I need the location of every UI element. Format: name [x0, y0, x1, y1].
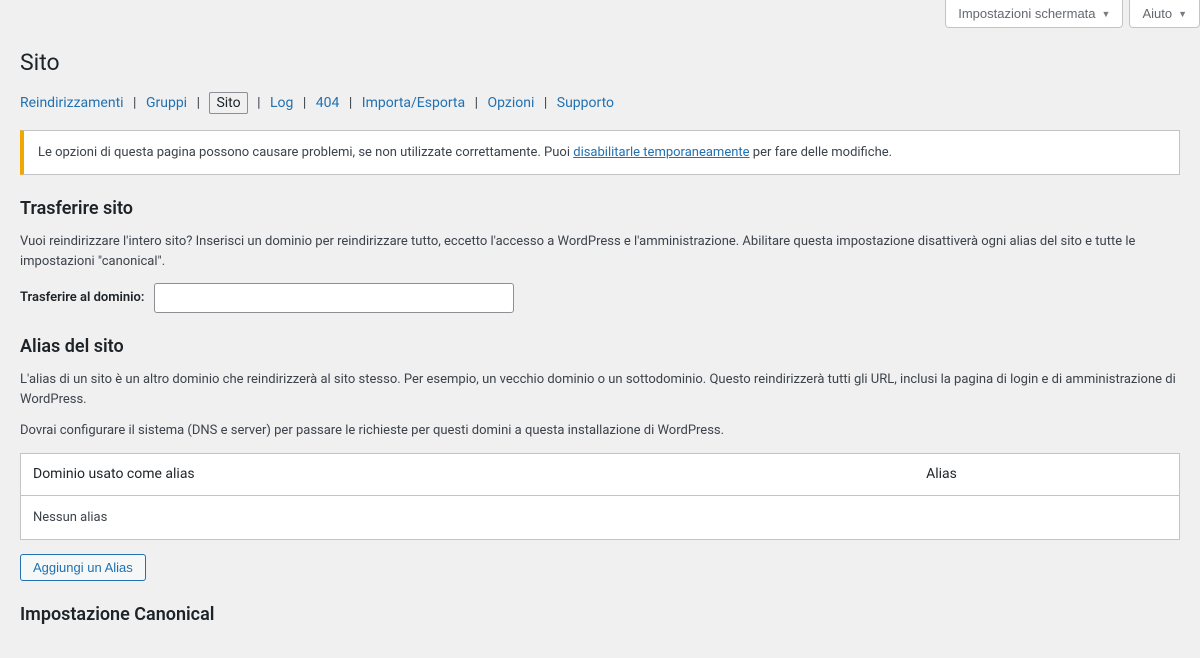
- alias-col-domain: Dominio usato come alias: [21, 453, 915, 495]
- alias-col-alias: Alias: [914, 453, 1179, 495]
- alias-table: Dominio usato come alias Alias Nessun al…: [20, 453, 1180, 541]
- table-row: Nessun alias: [21, 495, 1180, 540]
- separator: |: [475, 95, 478, 111]
- tab-log[interactable]: Log: [270, 95, 293, 111]
- chevron-down-icon: ▼: [1178, 9, 1187, 19]
- separator: |: [349, 95, 352, 111]
- site-alias-description-2: Dovrai configurare il sistema (DNS e ser…: [20, 421, 1180, 441]
- disable-temporarily-link[interactable]: disabilitarle temporaneamente: [573, 145, 749, 160]
- notice-text-before: Le opzioni di questa pagina possono caus…: [38, 145, 573, 160]
- chevron-down-icon: ▼: [1102, 9, 1111, 19]
- transfer-domain-label: Trasferire al dominio:: [20, 288, 144, 308]
- separator: |: [303, 95, 306, 111]
- page-title: Sito: [20, 46, 1180, 81]
- notice-text-after: per fare delle modifiche.: [750, 145, 893, 160]
- site-alias-heading: Alias del sito: [20, 333, 1180, 360]
- separator: |: [544, 95, 547, 111]
- tabs-nav: Reindirizzamenti | Gruppi | Sito | Log |…: [20, 93, 1180, 114]
- transfer-site-description: Vuoi reindirizzare l'intero sito? Inseri…: [20, 232, 1180, 271]
- help-button[interactable]: Aiuto ▼: [1129, 0, 1200, 28]
- add-alias-button[interactable]: Aggiungi un Alias: [20, 554, 146, 581]
- transfer-domain-input[interactable]: [154, 283, 514, 313]
- screen-options-label: Impostazioni schermata: [958, 6, 1095, 21]
- tab-opzioni[interactable]: Opzioni: [488, 95, 535, 111]
- tab-importa-esporta[interactable]: Importa/Esporta: [362, 95, 465, 111]
- tab-gruppi[interactable]: Gruppi: [146, 95, 187, 111]
- tab-sito[interactable]: Sito: [209, 92, 247, 114]
- screen-options-button[interactable]: Impostazioni schermata ▼: [945, 0, 1123, 28]
- tab-supporto[interactable]: Supporto: [557, 95, 614, 111]
- canonical-heading: Impostazione Canonical: [20, 601, 1180, 628]
- help-label: Aiuto: [1142, 6, 1172, 21]
- separator: |: [133, 95, 136, 111]
- separator: |: [197, 95, 200, 111]
- transfer-site-heading: Trasferire sito: [20, 195, 1180, 222]
- separator: |: [257, 95, 260, 111]
- alias-empty-text: Nessun alias: [21, 495, 1180, 540]
- warning-notice: Le opzioni di questa pagina possono caus…: [20, 130, 1180, 176]
- tab-404[interactable]: 404: [316, 95, 340, 111]
- site-alias-description-1: L'alias di un sito è un altro dominio ch…: [20, 370, 1180, 409]
- tab-reindirizzamenti[interactable]: Reindirizzamenti: [20, 95, 124, 111]
